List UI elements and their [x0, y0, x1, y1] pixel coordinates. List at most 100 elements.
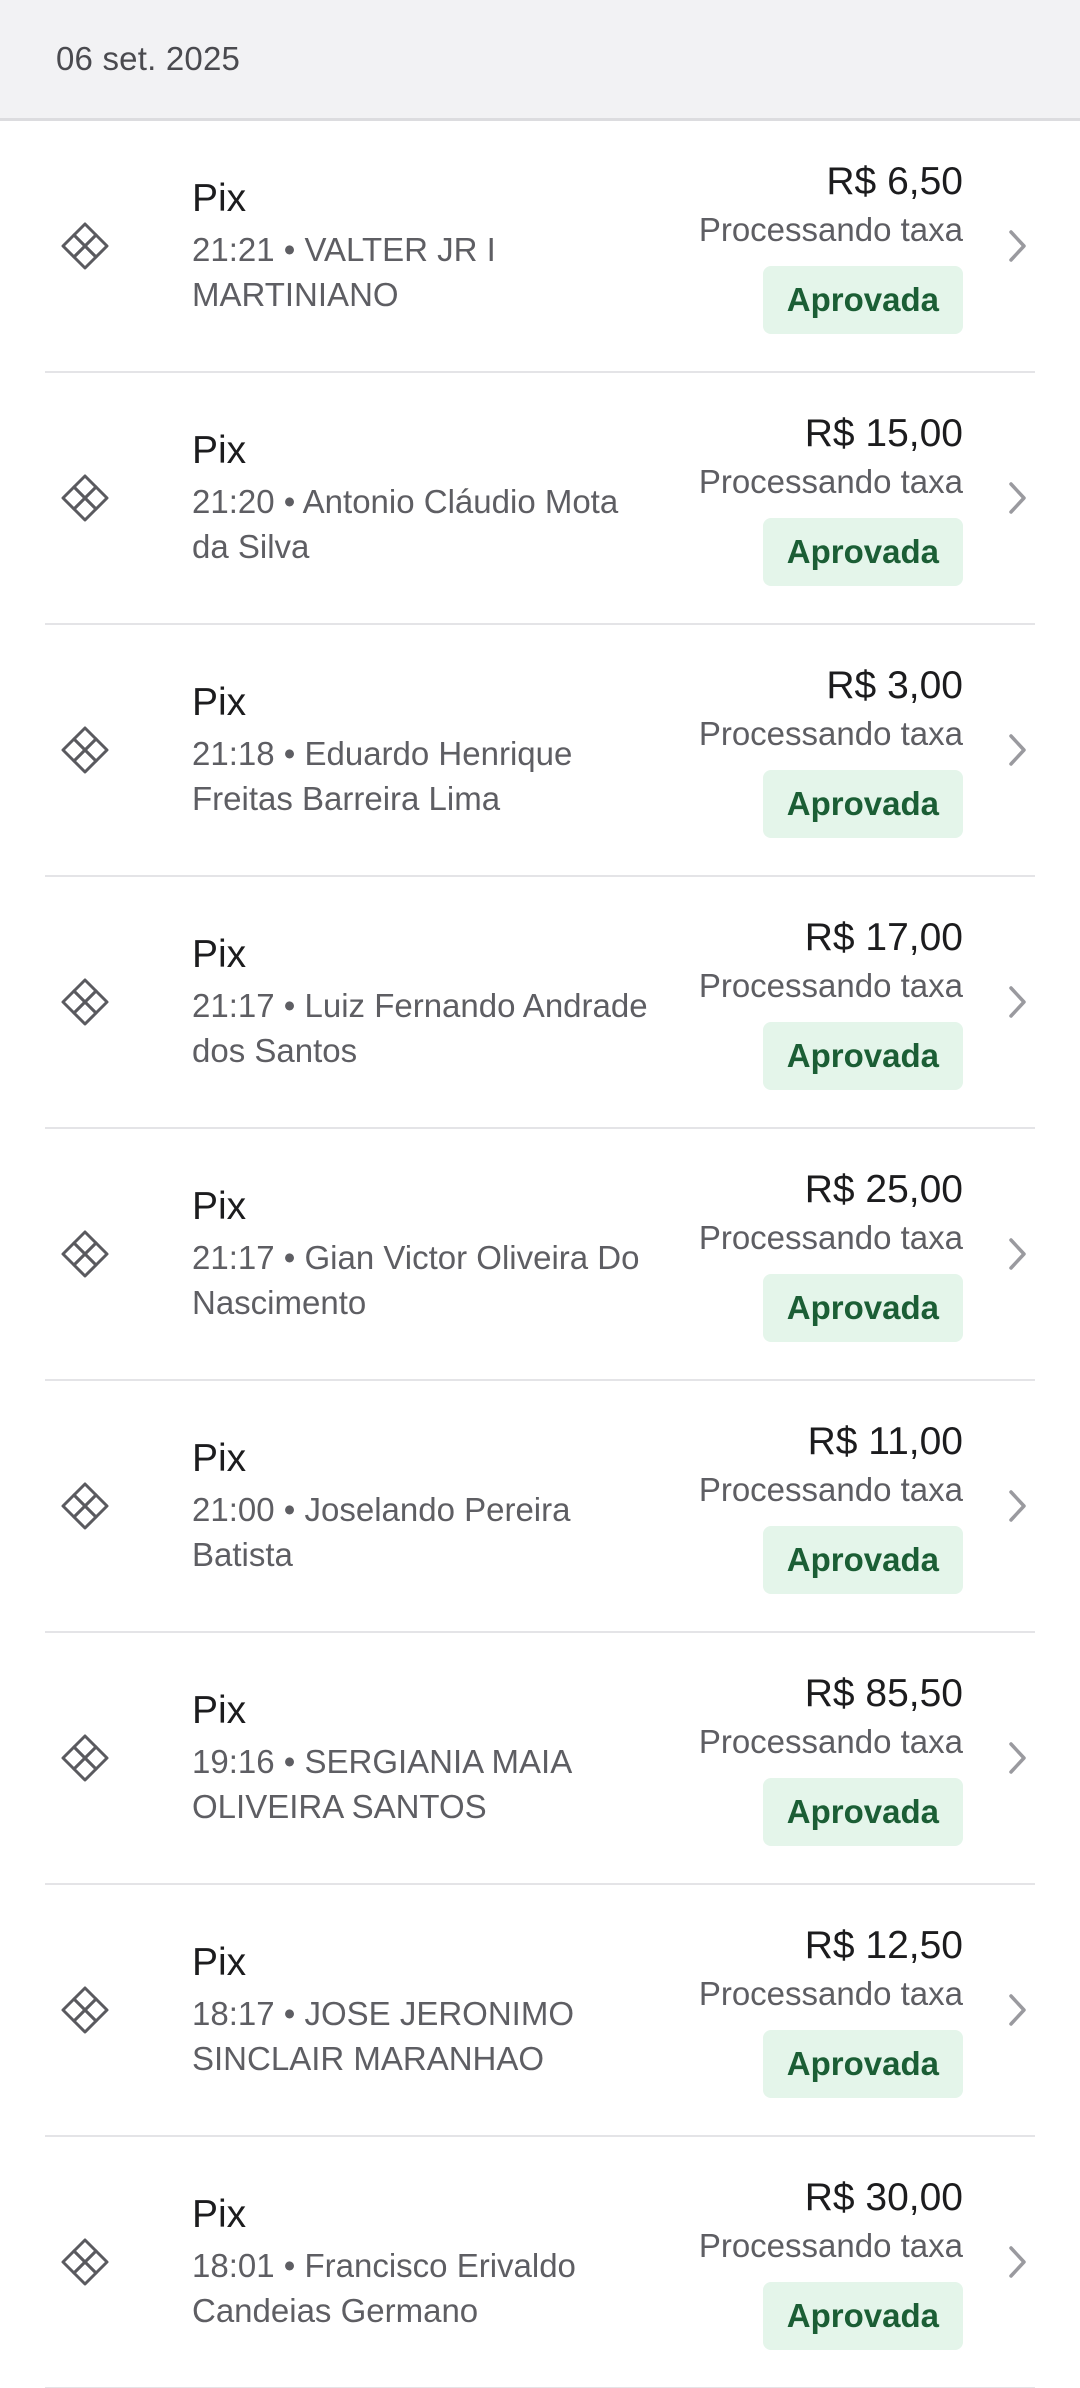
transaction-amount: R$ 11,00: [807, 1420, 963, 1463]
separator-dot: •: [274, 231, 305, 268]
transaction-type: Pix: [192, 681, 247, 724]
chevron-right-icon: [963, 625, 1035, 875]
transaction-row[interactable]: Pix 21:18 • Eduardo Henrique Freitas Bar…: [45, 625, 1035, 877]
transaction-type: Pix: [192, 2193, 247, 2236]
pix-icon: [45, 877, 192, 1127]
transaction-type: Pix: [192, 177, 247, 220]
fee-status: Processando taxa: [698, 967, 963, 1004]
status-badge: Aprovada: [762, 518, 963, 586]
separator-dot: •: [274, 2247, 305, 2284]
status-badge: Aprovada: [762, 770, 963, 838]
chevron-right-icon: [963, 877, 1035, 1127]
transaction-summary: R$ 3,00 Processando taxa Aprovada: [699, 662, 963, 838]
chevron-right-icon: [963, 1885, 1035, 2135]
status-badge: Aprovada: [762, 2282, 963, 2350]
transaction-description: 21:17 • Gian Victor Oliveira Do Nascimen…: [192, 1235, 659, 1325]
status-badge: Aprovada: [762, 2030, 963, 2098]
date-header: 06 set. 2025: [0, 0, 1080, 121]
transaction-summary: R$ 6,50 Processando taxa Aprovada: [699, 158, 963, 334]
fee-status: Processando taxa: [698, 715, 963, 752]
transaction-info: Pix 21:17 • Luiz Fernando Andrade dos Sa…: [192, 931, 699, 1073]
transaction-amount: R$ 17,00: [804, 916, 963, 959]
transaction-description: 19:16 • SERGIANIA MAIA OLIVEIRA SANTOS: [192, 1739, 659, 1829]
pix-icon: [45, 1885, 192, 2135]
transaction-time: 21:00: [192, 1491, 275, 1528]
transaction-time: 21:17: [192, 987, 275, 1024]
chevron-right-icon: [963, 373, 1035, 623]
separator-dot: •: [274, 1743, 305, 1780]
transaction-type: Pix: [192, 1437, 247, 1480]
transaction-description: 21:17 • Luiz Fernando Andrade dos Santos: [192, 983, 659, 1073]
transaction-time: 21:21: [192, 231, 275, 268]
transaction-summary: R$ 17,00 Processando taxa Aprovada: [699, 914, 963, 1090]
transaction-description: 21:20 • Antonio Cláudio Mota da Silva: [192, 479, 659, 569]
separator-dot: •: [274, 735, 305, 772]
transaction-info: Pix 21:20 • Antonio Cláudio Mota da Silv…: [192, 427, 699, 569]
pix-icon: [45, 2137, 192, 2387]
separator-dot: •: [274, 1239, 305, 1276]
fee-status: Processando taxa: [698, 1975, 963, 2012]
transaction-info: Pix 19:16 • SERGIANIA MAIA OLIVEIRA SANT…: [192, 1687, 699, 1829]
transaction-amount: R$ 12,50: [804, 1924, 963, 1967]
transaction-time: 18:01: [192, 2247, 275, 2284]
fee-status: Processando taxa: [698, 463, 963, 500]
transaction-row[interactable]: Pix 18:17 • JOSE JERONIMO SINCLAIR MARAN…: [45, 1885, 1035, 2137]
transaction-row[interactable]: Pix 19:16 • SERGIANIA MAIA OLIVEIRA SANT…: [45, 1633, 1035, 1885]
transaction-amount: R$ 6,50: [826, 160, 963, 203]
transaction-description: 21:18 • Eduardo Henrique Freitas Barreir…: [192, 731, 659, 821]
separator-dot: •: [274, 1491, 305, 1528]
transaction-amount: R$ 3,00: [826, 664, 963, 707]
transaction-type: Pix: [192, 429, 247, 472]
transaction-summary: R$ 12,50 Processando taxa Aprovada: [699, 1922, 963, 2098]
transaction-description: 18:17 • JOSE JERONIMO SINCLAIR MARANHAO: [192, 1991, 659, 2081]
chevron-right-icon: [963, 1633, 1035, 1883]
transaction-type: Pix: [192, 1689, 247, 1732]
transaction-time: 19:16: [192, 1743, 275, 1780]
separator-dot: •: [274, 483, 303, 520]
fee-status: Processando taxa: [698, 1723, 963, 1760]
transaction-row[interactable]: Pix 21:00 • Joselando Pereira Batista R$…: [45, 1381, 1035, 1633]
transaction-summary: R$ 15,00 Processando taxa Aprovada: [699, 410, 963, 586]
fee-status: Processando taxa: [698, 1219, 963, 1256]
transaction-amount: R$ 30,00: [804, 2176, 963, 2219]
transaction-row[interactable]: Pix 21:17 • Gian Victor Oliveira Do Nasc…: [45, 1129, 1035, 1381]
status-badge: Aprovada: [762, 266, 963, 334]
transaction-info: Pix 21:18 • Eduardo Henrique Freitas Bar…: [192, 679, 699, 821]
pix-icon: [45, 625, 192, 875]
transaction-info: Pix 21:17 • Gian Victor Oliveira Do Nasc…: [192, 1183, 699, 1325]
transaction-type: Pix: [192, 933, 247, 976]
transaction-row[interactable]: Pix 18:01 • Francisco Erivaldo Candeias …: [45, 2137, 1035, 2388]
transaction-time: 21:17: [192, 1239, 275, 1276]
fee-status: Processando taxa: [698, 211, 963, 248]
transaction-summary: R$ 11,00 Processando taxa Aprovada: [699, 1418, 963, 1594]
transaction-row[interactable]: Pix 21:20 • Antonio Cláudio Mota da Silv…: [45, 373, 1035, 625]
status-badge: Aprovada: [762, 1778, 963, 1846]
transaction-amount: R$ 15,00: [804, 412, 963, 455]
transaction-info: Pix 18:17 • JOSE JERONIMO SINCLAIR MARAN…: [192, 1939, 699, 2081]
transaction-info: Pix 21:00 • Joselando Pereira Batista: [192, 1435, 699, 1577]
transaction-amount: R$ 25,00: [804, 1168, 963, 1211]
fee-status: Processando taxa: [698, 1471, 963, 1508]
pix-icon: [45, 1633, 192, 1883]
transaction-summary: R$ 30,00 Processando taxa Aprovada: [699, 2174, 963, 2350]
pix-icon: [45, 1381, 192, 1631]
transaction-description: 21:21 • VALTER JR I MARTINIANO: [192, 227, 659, 317]
pix-icon: [45, 121, 192, 371]
status-badge: Aprovada: [762, 1274, 963, 1342]
transaction-amount: R$ 85,50: [804, 1672, 963, 1715]
status-badge: Aprovada: [762, 1526, 963, 1594]
date-label: 06 set. 2025: [56, 40, 241, 77]
transaction-type: Pix: [192, 1185, 247, 1228]
transaction-summary: R$ 25,00 Processando taxa Aprovada: [699, 1166, 963, 1342]
transaction-type: Pix: [192, 1941, 247, 1984]
chevron-right-icon: [963, 2137, 1035, 2387]
transaction-description: 21:00 • Joselando Pereira Batista: [192, 1487, 659, 1577]
transaction-row[interactable]: Pix 21:17 • Luiz Fernando Andrade dos Sa…: [45, 877, 1035, 1129]
transaction-list: Pix 21:21 • VALTER JR I MARTINIANO R$ 6,…: [0, 121, 1080, 2388]
transaction-info: Pix 18:01 • Francisco Erivaldo Candeias …: [192, 2191, 699, 2333]
transaction-row[interactable]: Pix 21:21 • VALTER JR I MARTINIANO R$ 6,…: [45, 121, 1035, 373]
transaction-time: 21:20: [192, 483, 275, 520]
separator-dot: •: [274, 1995, 305, 2032]
transaction-summary: R$ 85,50 Processando taxa Aprovada: [699, 1670, 963, 1846]
transaction-info: Pix 21:21 • VALTER JR I MARTINIANO: [192, 175, 699, 317]
